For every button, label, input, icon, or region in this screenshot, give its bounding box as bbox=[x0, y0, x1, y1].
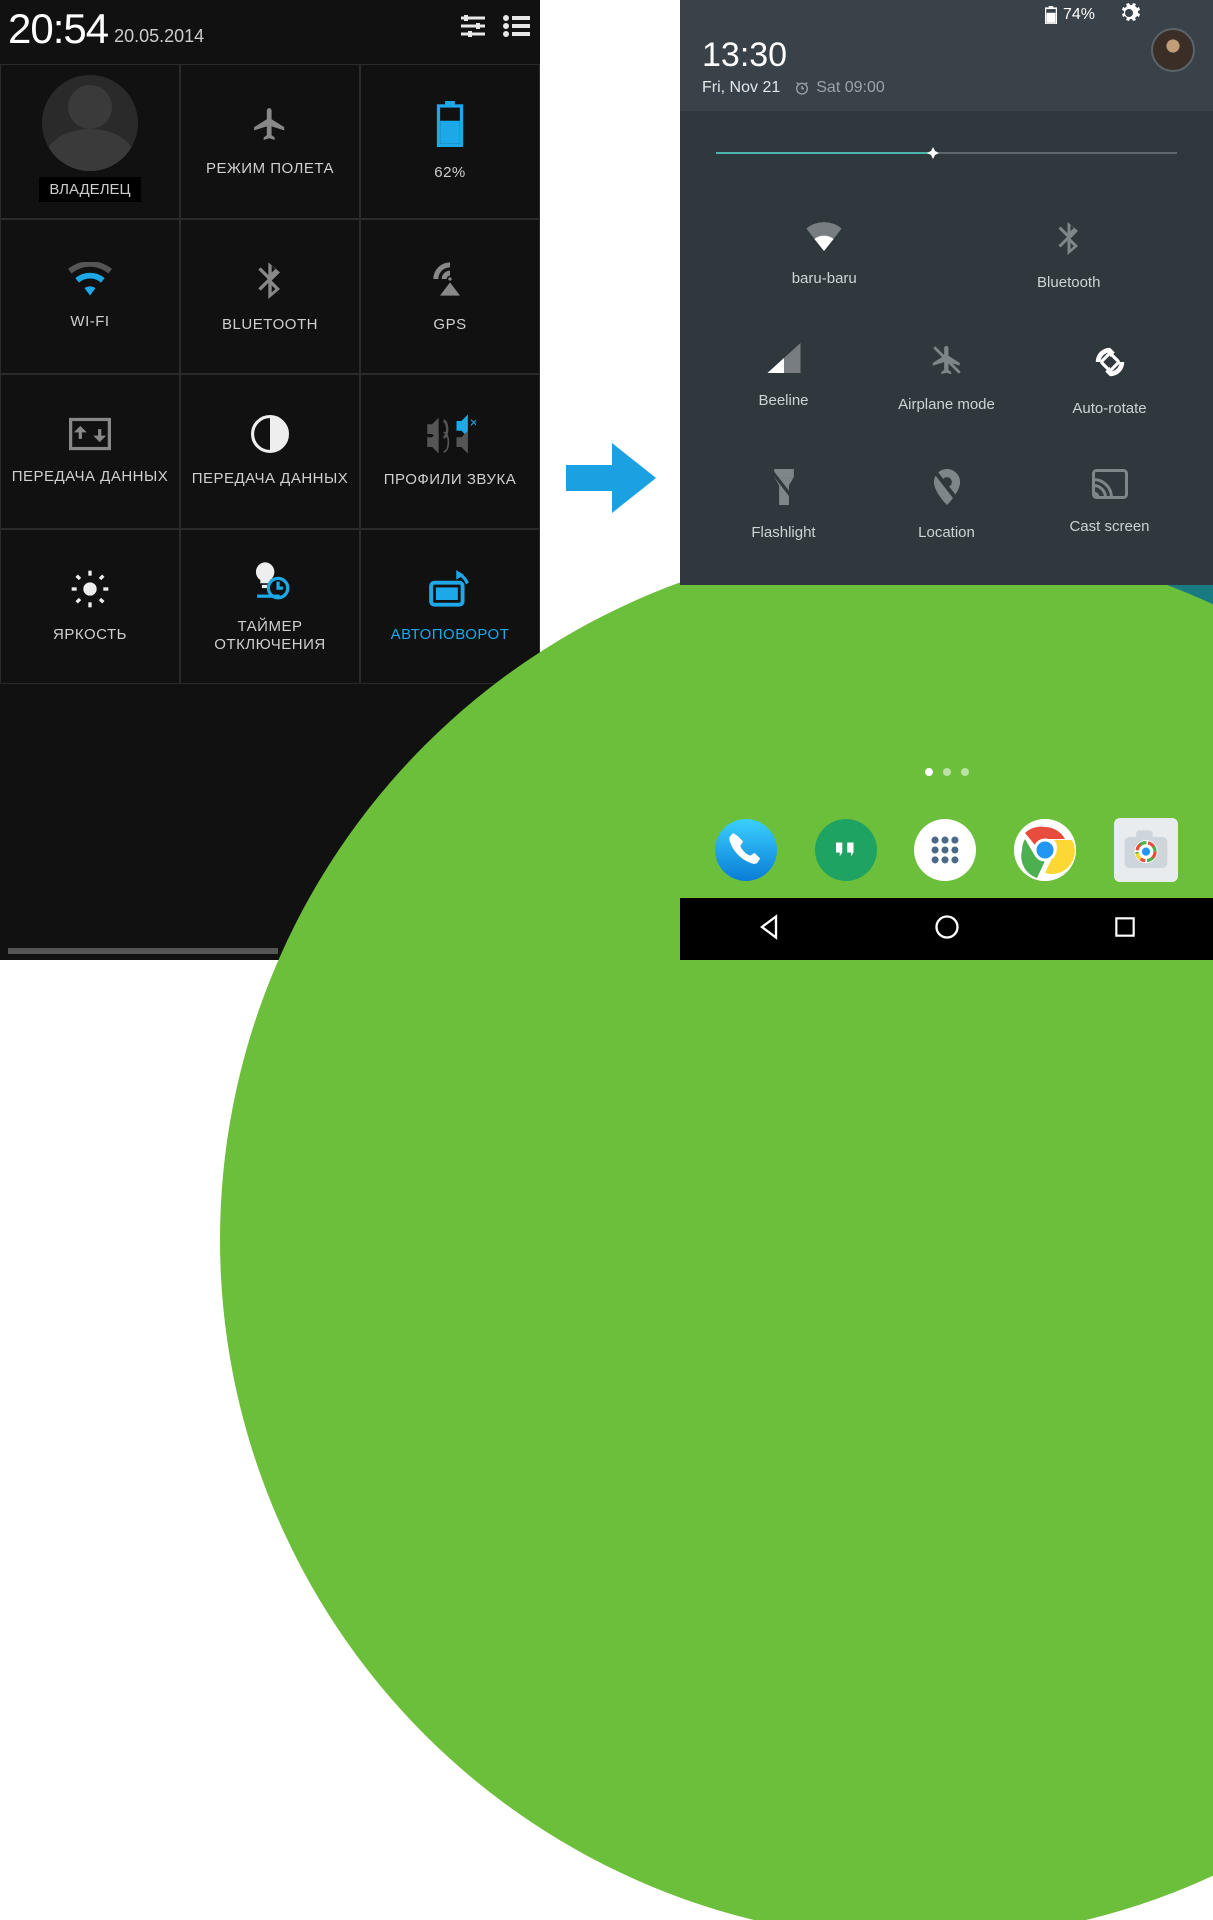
arrow-right-icon bbox=[562, 443, 658, 518]
status-date: 20.05.2014 bbox=[114, 26, 204, 47]
autorotate-icon bbox=[428, 569, 472, 614]
right-qs-panel: 74% 13:30 Fri, Nov 21 Sat 09:00 bbox=[680, 0, 1213, 585]
timer-off-tile[interactable]: ТАЙМЕР ОТКЛЮЧЕНИЯ bbox=[180, 529, 360, 684]
gear-icon[interactable] bbox=[1117, 1, 1141, 30]
left-tiles-grid: ВЛАДЕЛЕЦ РЕЖИМ ПОЛЕТА 62% WI-FI bbox=[0, 58, 540, 684]
qs-tiles-area: baru-baru Bluetooth Beeline bbox=[680, 111, 1213, 585]
flashlight-icon bbox=[770, 469, 798, 510]
wifi-tile[interactable]: baru-baru bbox=[702, 193, 947, 317]
owner-label: ВЛАДЕЛЕЦ bbox=[39, 177, 140, 202]
qs-time: 13:30 bbox=[702, 36, 1191, 75]
hangouts-app-icon[interactable] bbox=[815, 819, 877, 881]
tile-label: ПЕРЕДАЧА ДАННЫХ bbox=[12, 468, 169, 486]
tile-label: АВТОПОВОРОТ bbox=[391, 626, 510, 644]
gps-tile[interactable]: GPS bbox=[360, 219, 540, 374]
cast-icon bbox=[1091, 469, 1129, 504]
bulb-timer-icon bbox=[249, 559, 291, 606]
chrome-app-icon[interactable] bbox=[1014, 819, 1076, 881]
tile-label: Flashlight bbox=[751, 524, 815, 541]
equalizer-icon[interactable] bbox=[458, 12, 488, 45]
right-statusbar: 74% bbox=[680, 0, 1213, 30]
tile-label: ТАЙМЕР ОТКЛЮЧЕНИЯ bbox=[191, 618, 349, 654]
status-time: 20:54 bbox=[8, 5, 108, 53]
clock-data-icon bbox=[251, 415, 289, 458]
flashlight-tile[interactable]: Flashlight bbox=[702, 443, 865, 567]
wifi-icon bbox=[68, 262, 112, 301]
home-button[interactable] bbox=[933, 913, 961, 946]
qs-header: 13:30 Fri, Nov 21 Sat 09:00 bbox=[680, 30, 1213, 111]
airplane-icon bbox=[251, 105, 289, 148]
alarm-icon bbox=[794, 80, 810, 96]
battery-icon bbox=[1045, 6, 1057, 24]
autorotate-icon bbox=[1091, 343, 1129, 386]
sun-icon bbox=[70, 569, 110, 614]
signal-tile[interactable]: Beeline bbox=[702, 317, 865, 443]
battery-status: 74% bbox=[1045, 6, 1095, 24]
signal-icon bbox=[767, 343, 801, 378]
tile-label: Airplane mode bbox=[898, 396, 995, 413]
tile-label: Bluetooth bbox=[1037, 274, 1100, 291]
tile-label: GPS bbox=[433, 316, 466, 334]
autorotate-tile[interactable]: Auto-rotate bbox=[1028, 317, 1191, 443]
back-button[interactable] bbox=[755, 913, 783, 946]
android-navbar bbox=[680, 898, 1213, 960]
wifi-icon bbox=[804, 219, 844, 256]
tile-label: ПРОФИЛИ ЗВУКА bbox=[384, 471, 516, 489]
tile-label: baru-baru bbox=[792, 270, 857, 287]
sound-profiles-tile[interactable]: × ПРОФИЛИ ЗВУКА bbox=[360, 374, 540, 529]
autorotate-tile[interactable]: АВТОПОВОРОТ bbox=[360, 529, 540, 684]
tile-label: ПЕРЕДАЧА ДАННЫХ bbox=[192, 470, 349, 488]
battery-icon bbox=[436, 101, 464, 152]
left-scrollbar[interactable] bbox=[8, 948, 278, 954]
left-statusbar: 20:54 20.05.2014 bbox=[0, 0, 540, 58]
right-android-quicksettings: 74% 13:30 Fri, Nov 21 Sat 09:00 bbox=[680, 0, 1213, 960]
avatar-icon bbox=[42, 75, 138, 171]
bluetooth-icon bbox=[1056, 219, 1082, 260]
location-tile[interactable]: Location bbox=[865, 443, 1028, 567]
location-icon bbox=[933, 469, 961, 510]
alarm-text: Sat 09:00 bbox=[816, 79, 885, 97]
tile-label: РЕЖИМ ПОЛЕТА bbox=[206, 160, 334, 178]
battery-tile[interactable]: 62% bbox=[360, 64, 540, 219]
recents-button[interactable] bbox=[1112, 914, 1138, 945]
home-dock bbox=[680, 818, 1213, 882]
qs-date: Fri, Nov 21 bbox=[702, 79, 780, 97]
brightness-slider[interactable] bbox=[716, 141, 1177, 165]
brightness-tile[interactable]: ЯРКОСТЬ bbox=[0, 529, 180, 684]
apps-drawer-icon[interactable] bbox=[914, 819, 976, 881]
camera-app-icon[interactable] bbox=[1114, 818, 1178, 882]
tile-label: Cast screen bbox=[1069, 518, 1149, 535]
data-transfer-tile-1[interactable]: ПЕРЕДАЧА ДАННЫХ bbox=[0, 374, 180, 529]
qs-alarm[interactable]: Sat 09:00 bbox=[794, 79, 885, 97]
user-avatar[interactable] bbox=[1151, 28, 1195, 72]
phone-app-icon[interactable] bbox=[715, 819, 777, 881]
cast-tile[interactable]: Cast screen bbox=[1028, 443, 1191, 567]
airplane-icon bbox=[930, 343, 964, 382]
data-transfer-icon bbox=[69, 417, 111, 456]
tile-label: ЯРКОСТЬ bbox=[53, 626, 127, 644]
tile-label: 62% bbox=[434, 164, 466, 182]
tile-label: Beeline bbox=[758, 392, 808, 409]
brightness-thumb-icon bbox=[921, 141, 945, 170]
svg-text:×: × bbox=[470, 416, 477, 432]
battery-pct: 74% bbox=[1063, 6, 1095, 24]
tile-label: BLUETOOTH bbox=[222, 316, 318, 334]
wifi-tile[interactable]: WI-FI bbox=[0, 219, 180, 374]
tile-label: WI-FI bbox=[70, 313, 109, 331]
home-page-indicator bbox=[680, 768, 1213, 776]
bluetooth-tile[interactable]: Bluetooth bbox=[947, 193, 1192, 317]
tile-label: Auto-rotate bbox=[1072, 400, 1146, 417]
bluetooth-icon bbox=[255, 259, 285, 304]
tile-label: Location bbox=[918, 524, 975, 541]
bluetooth-tile[interactable]: BLUETOOTH bbox=[180, 219, 360, 374]
satellite-icon bbox=[430, 259, 470, 304]
airplane-mode-tile[interactable]: Airplane mode bbox=[865, 317, 1028, 443]
list-icon[interactable] bbox=[502, 12, 532, 45]
sound-profiles-icon: × bbox=[424, 414, 476, 459]
data-transfer-tile-2[interactable]: ПЕРЕДАЧА ДАННЫХ bbox=[180, 374, 360, 529]
airplane-mode-tile[interactable]: РЕЖИМ ПОЛЕТА bbox=[180, 64, 360, 219]
owner-tile[interactable]: ВЛАДЕЛЕЦ bbox=[0, 64, 180, 219]
